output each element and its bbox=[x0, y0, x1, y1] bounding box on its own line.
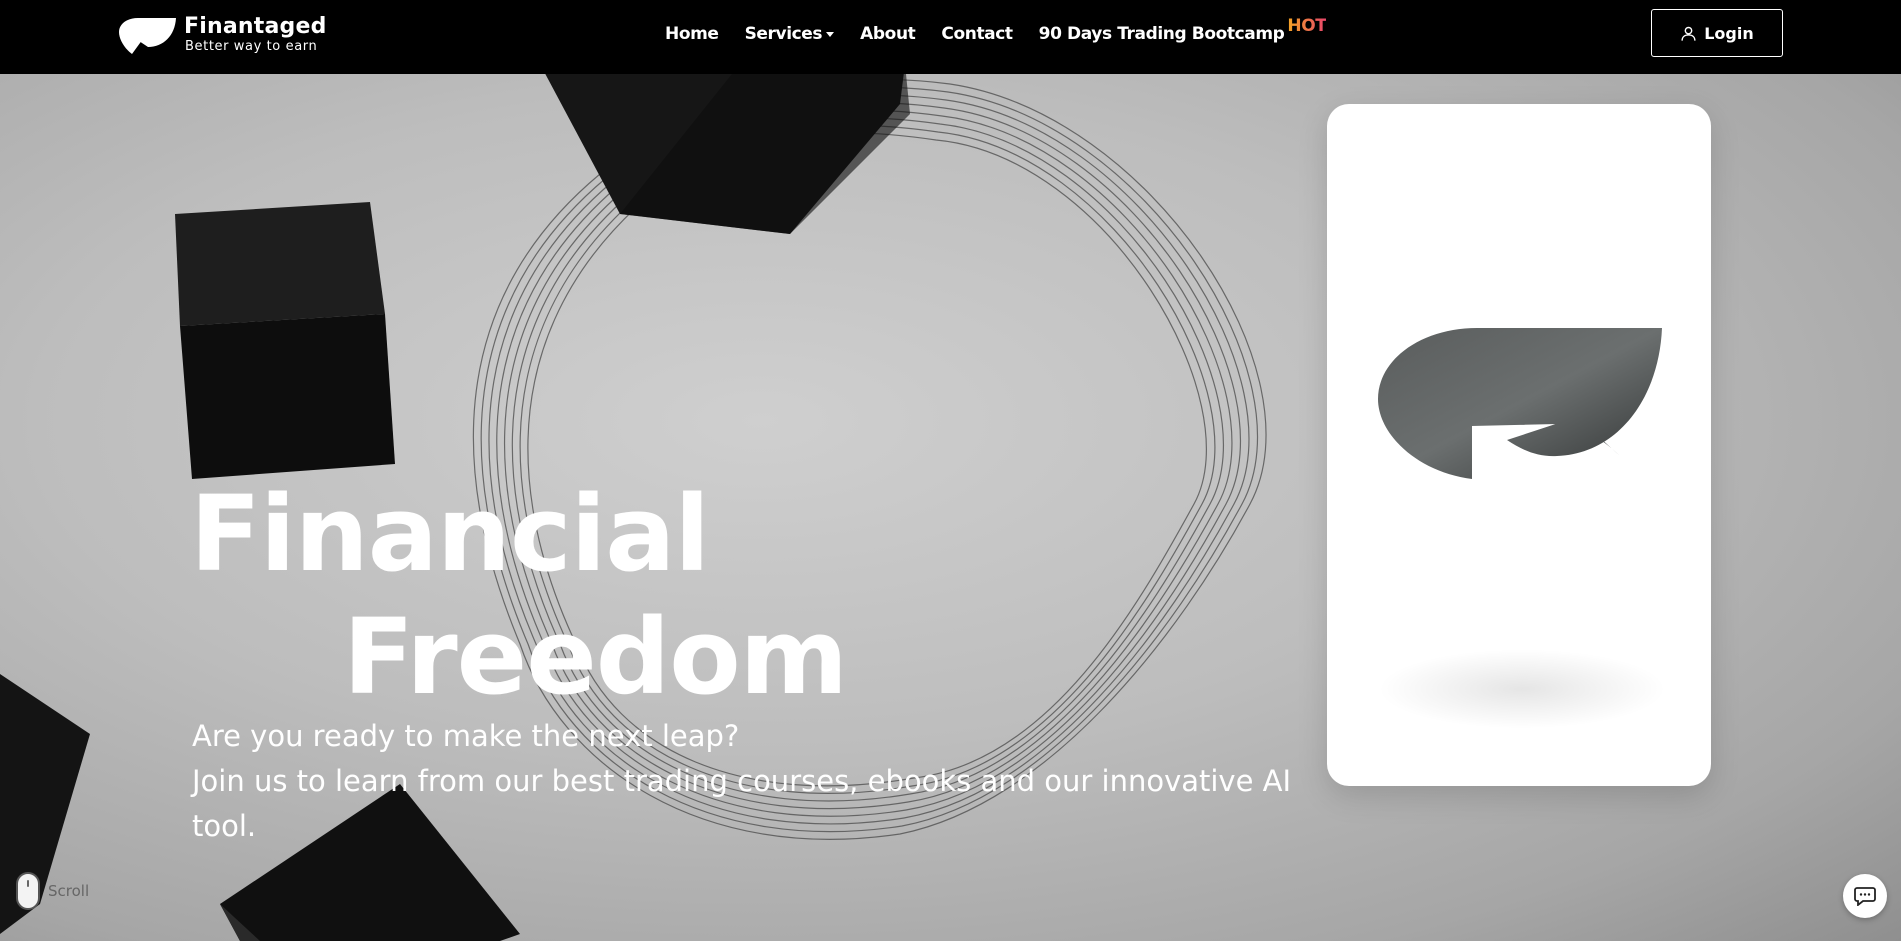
login-button[interactable]: Login bbox=[1651, 9, 1783, 57]
main-nav: Home Services About Contact 90 Days Trad… bbox=[665, 16, 1327, 44]
caret-down-icon bbox=[826, 31, 835, 37]
nav-services-label: Services bbox=[744, 24, 823, 44]
mouse-icon bbox=[16, 872, 40, 910]
nav-home-label: Home bbox=[665, 24, 719, 44]
finantaged-logo-icon bbox=[1378, 328, 1662, 479]
hero-title-line1: Financial bbox=[190, 473, 710, 595]
brand-name: Finantaged bbox=[184, 14, 327, 39]
hero-subtitle-line1: Are you ready to make the next leap? bbox=[192, 719, 740, 753]
brand-link[interactable]: Finantaged Better way to earn bbox=[118, 14, 327, 56]
hero-subtitle-line2: Join us to learn from our best trading c… bbox=[192, 764, 1292, 843]
brand-text: Finantaged Better way to earn bbox=[184, 15, 327, 55]
nav-about-label: About bbox=[860, 24, 916, 44]
chat-bubble-icon bbox=[1854, 887, 1876, 906]
nav-contact-label: Contact bbox=[941, 24, 1013, 44]
nav-about[interactable]: About bbox=[860, 24, 916, 44]
card-shadow bbox=[1377, 649, 1667, 729]
nav-bootcamp[interactable]: 90 Days Trading Bootcamp HOT bbox=[1038, 16, 1327, 44]
leaf-logo-icon bbox=[119, 18, 176, 54]
hero-subtitle: Are you ready to make the next leap? Joi… bbox=[192, 714, 1332, 849]
user-icon bbox=[1681, 26, 1696, 41]
hero-logo-card bbox=[1327, 104, 1711, 786]
nav-contact[interactable]: Contact bbox=[941, 24, 1013, 44]
scroll-label: Scroll bbox=[48, 882, 90, 900]
scroll-hint[interactable]: Scroll bbox=[16, 872, 89, 910]
hot-badge: HOT bbox=[1287, 16, 1327, 36]
hero-title-line2: Freedom bbox=[343, 596, 848, 718]
nav-services[interactable]: Services bbox=[745, 24, 835, 44]
hero-section: Financial Freedom Are you ready to make … bbox=[0, 74, 1901, 941]
login-label: Login bbox=[1704, 23, 1754, 43]
chat-button[interactable] bbox=[1843, 874, 1887, 918]
brand-tagline: Better way to earn bbox=[185, 39, 318, 54]
nav-home[interactable]: Home bbox=[665, 24, 719, 44]
nav-bootcamp-label: 90 Days Trading Bootcamp bbox=[1038, 24, 1285, 44]
navbar: Finantaged Better way to earn Home Servi… bbox=[0, 0, 1901, 74]
